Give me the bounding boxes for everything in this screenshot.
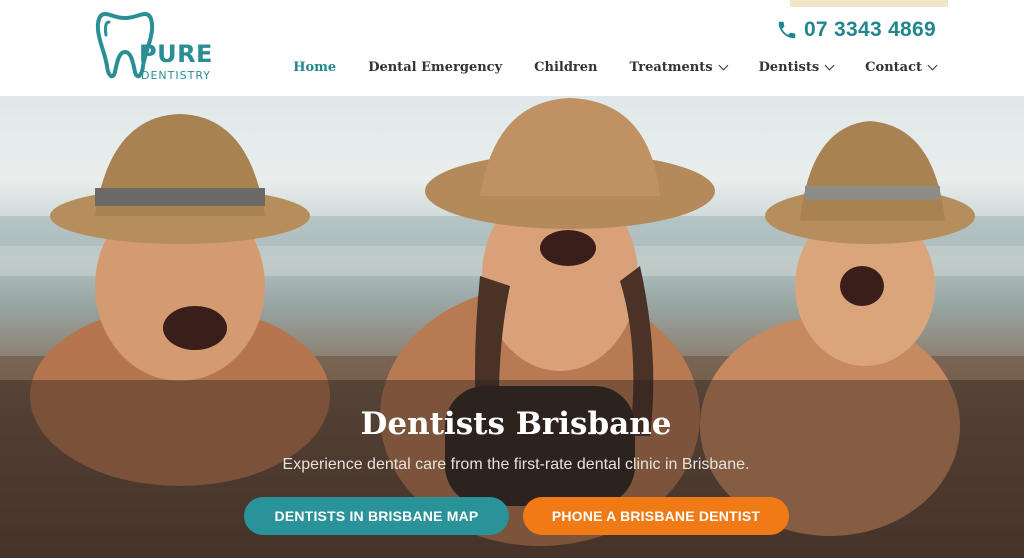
nav-label: Contact	[865, 60, 922, 75]
nav-item-dentists[interactable]: Dentists	[758, 60, 835, 75]
nav-label: Children	[534, 60, 598, 75]
hero-title: Dentists Brisbane	[360, 406, 672, 442]
nav-label: Dental Emergency	[368, 60, 503, 75]
nav-item-dental-emergency[interactable]: Dental Emergency	[368, 60, 502, 75]
main-nav: Home Dental Emergency Children Treatment…	[261, 60, 938, 75]
dentists-map-button[interactable]: DENTISTS IN BRISBANE MAP	[244, 497, 509, 535]
phone-dentist-button[interactable]: PHONE A BRISBANE DENTIST	[523, 497, 789, 535]
top-accent-bar	[790, 0, 948, 7]
logo-subtitle: DENTISTRY	[141, 69, 211, 82]
nav-item-children[interactable]: Children	[534, 60, 597, 75]
nav-label: Treatments	[629, 60, 713, 75]
chevron-down-icon	[824, 60, 835, 71]
chevron-down-icon	[718, 60, 729, 71]
phone-number: 07 3343 4869	[803, 18, 936, 41]
logo[interactable]: PURE DENTISTRY	[95, 6, 225, 86]
nav-item-contact[interactable]: Contact	[865, 60, 938, 75]
hero-subtitle: Experience dental care from the first-ra…	[282, 456, 750, 473]
logo-wordmark: PURE	[139, 40, 213, 68]
nav-label: Home	[293, 60, 337, 75]
chevron-down-icon	[927, 60, 938, 71]
nav-label: Dentists	[758, 60, 820, 75]
header-phone[interactable]: 07 3343 4869	[776, 18, 936, 42]
hero-banner: Dentists Brisbane Experience dental care…	[0, 96, 1024, 558]
phone-icon	[778, 21, 796, 39]
nav-item-treatments[interactable]: Treatments	[629, 60, 729, 75]
nav-item-home[interactable]: Home	[293, 60, 336, 75]
